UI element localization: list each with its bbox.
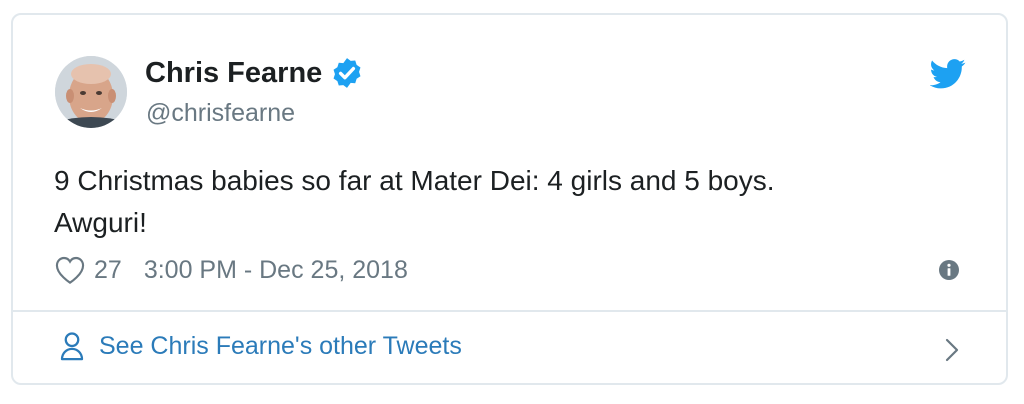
heart-icon[interactable] (54, 255, 86, 285)
tweet-text: 9 Christmas babies so far at Mater Dei: … (54, 160, 934, 244)
avatar-image (55, 56, 127, 128)
author-handle[interactable]: @chrisfearne (146, 99, 295, 128)
see-other-tweets-label: See Chris Fearne's other Tweets (99, 331, 462, 360)
twitter-bird-icon[interactable] (930, 59, 966, 89)
tweet-meta: 27 3:00 PM - Dec 25, 2018 (54, 255, 408, 285)
tweet-card: Chris Fearne @chrisfearne 9 Christmas ba… (11, 13, 1008, 385)
tweet-timestamp[interactable]: 3:00 PM - Dec 25, 2018 (144, 256, 408, 285)
verified-badge-icon (333, 58, 361, 88)
person-icon (60, 332, 84, 361)
tweet-text-line-2: Awguri! (54, 207, 147, 238)
author-name-text: Chris Fearne (145, 56, 323, 89)
divider (13, 310, 1006, 312)
info-icon[interactable] (938, 259, 960, 281)
chevron-right-icon[interactable] (944, 337, 960, 363)
tweet-text-line-1: 9 Christmas babies so far at Mater Dei: … (54, 165, 775, 196)
avatar[interactable] (55, 56, 127, 128)
author-name[interactable]: Chris Fearne (145, 56, 364, 90)
like-count[interactable]: 27 (94, 256, 122, 285)
see-other-tweets-link[interactable]: See Chris Fearne's other Tweets (59, 331, 462, 361)
